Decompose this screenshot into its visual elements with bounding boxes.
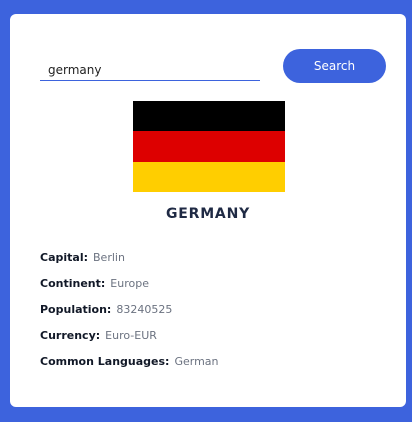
search-input[interactable] — [40, 59, 260, 81]
country-details: Capital: Berlin Continent: Europe Popula… — [40, 244, 219, 374]
currency-label: Currency: — [40, 328, 101, 342]
country-card: Search GERMANY Capital: Berlin Continent… — [10, 14, 406, 407]
languages-row: Common Languages: German — [40, 348, 219, 374]
flag-band-red — [133, 131, 285, 162]
continent-row: Continent: Europe — [40, 270, 219, 296]
languages-label: Common Languages: — [40, 354, 170, 368]
flag-band-gold — [133, 161, 285, 192]
continent-value: Europe — [110, 276, 149, 290]
country-name: GERMANY — [165, 206, 251, 222]
capital-row: Capital: Berlin — [40, 244, 219, 270]
population-row: Population: 83240525 — [40, 296, 219, 322]
currency-row: Currency: Euro-EUR — [40, 322, 219, 348]
capital-value: Berlin — [93, 250, 125, 264]
languages-value: German — [174, 354, 219, 368]
continent-label: Continent: — [40, 276, 106, 290]
search-button[interactable]: Search — [283, 49, 386, 83]
capital-label: Capital: — [40, 250, 88, 264]
population-label: Population: — [40, 302, 112, 316]
currency-value: Euro-EUR — [105, 328, 157, 342]
flag-band-black — [133, 101, 285, 132]
population-value: 83240525 — [116, 302, 173, 316]
germany-flag-image — [133, 101, 285, 192]
